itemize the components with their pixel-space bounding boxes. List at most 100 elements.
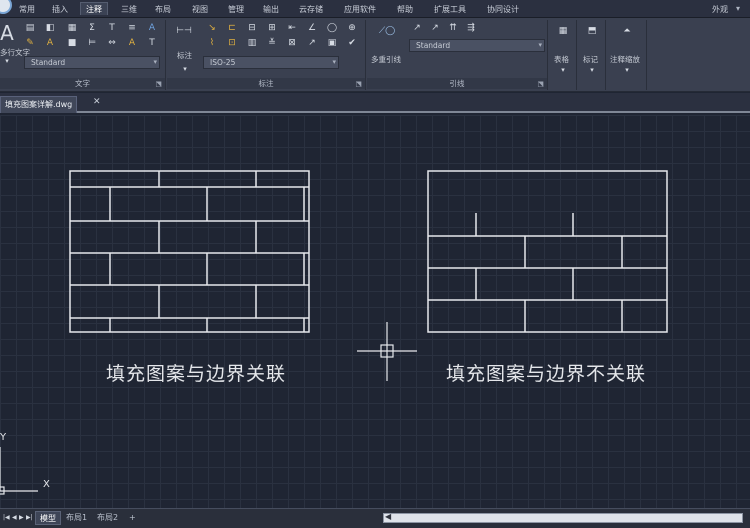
annotation-scale-icon[interactable]: ⏶ (621, 26, 633, 37)
menu-tab-output[interactable]: 输出 (258, 3, 284, 16)
linear-dim-icon[interactable]: ↘ (206, 23, 218, 34)
text-panel-title: 文字 (0, 78, 165, 89)
menu-tab-collab[interactable]: 协同设计 (482, 3, 524, 16)
menu-tab-home[interactable]: 常用 (14, 3, 40, 16)
continue-dim-icon[interactable]: ⊞ (266, 23, 278, 34)
lock-text-icon[interactable]: ■ (66, 38, 78, 49)
align-leader-icon[interactable]: ⇈ (447, 23, 459, 34)
text-edit-icon[interactable]: ✎ (24, 38, 36, 49)
text-tool-icon[interactable]: ▤ (24, 23, 36, 34)
dimension-icon[interactable]: ⊢⊣ (173, 26, 195, 37)
mark-panel: ⬒ 标记 ▾ (578, 20, 606, 90)
text-scale-icon[interactable]: ⇔ (106, 38, 118, 49)
app-logo-icon[interactable] (0, 0, 12, 14)
right-caption: 填充图案与边界不关联 (446, 363, 647, 385)
spell-check-icon[interactable]: A (44, 38, 56, 49)
tab-layout2[interactable]: 布局2 (93, 511, 122, 525)
file-tab[interactable]: 填充图案详解.dwg (0, 96, 78, 113)
text-t-icon[interactable]: T (106, 23, 118, 34)
chevron-down-icon[interactable]: ▾ (621, 65, 633, 76)
jog-dim-icon[interactable]: ≚ (266, 38, 278, 49)
chevron-down-icon[interactable]: ▾ (1, 56, 13, 67)
panel-launcher-icon[interactable]: ⬔ (355, 80, 362, 88)
remove-leader-icon[interactable]: ↗ (429, 23, 441, 34)
menu-tab-apps[interactable]: 应用软件 (339, 3, 381, 16)
chevron-down-icon[interactable]: ▾ (538, 40, 542, 51)
leader-style-combo[interactable]: Standard ▾ (409, 39, 545, 52)
horizontal-scrollbar[interactable] (383, 513, 743, 523)
menu-tab-annotate[interactable]: 注释 (80, 2, 108, 15)
ucs-x-label: X (43, 479, 50, 490)
appearance-menu[interactable]: 外观 (712, 4, 728, 15)
prev-layout-icon[interactable]: ◀ (12, 514, 17, 521)
menu-tab-help[interactable]: 帮助 (392, 3, 418, 16)
last-layout-icon[interactable]: ▶| (26, 514, 33, 521)
text-color-icon[interactable]: A (126, 38, 138, 49)
scroll-left-icon[interactable]: ◀ (385, 512, 391, 521)
crosshair-cursor-icon (357, 322, 417, 381)
text-style-combo[interactable]: Standard ▾ (24, 56, 160, 69)
dim-space-icon[interactable]: ⇤ (286, 23, 298, 34)
add-leader-icon[interactable]: ↗ (411, 23, 423, 34)
center-mark-icon[interactable]: ⊕ (346, 23, 358, 34)
oblique-dim-icon[interactable]: ↗ (306, 38, 318, 49)
tab-model[interactable]: 模型 (35, 511, 61, 525)
non-associative-hatch (427, 170, 668, 333)
find-text-icon[interactable]: ◧ (44, 23, 56, 34)
panel-launcher-icon[interactable]: ⬔ (155, 80, 162, 88)
align-text-icon[interactable]: ⊨ (86, 38, 98, 49)
menu-tab-3d[interactable]: 三维 (116, 3, 142, 16)
table-panel: ▦ 表格 ▾ (549, 20, 577, 90)
table-icon[interactable]: ▦ (557, 26, 569, 37)
menu-tab-extend[interactable]: 扩展工具 (429, 3, 471, 16)
chevron-down-icon[interactable]: ▾ (586, 65, 598, 76)
dim-update-icon[interactable]: ▣ (326, 38, 338, 49)
menu-tab-manage[interactable]: 管理 (223, 3, 249, 16)
annotation-scale-panel: ⏶ 注释缩放 ▾ (607, 20, 647, 90)
angular-dim-icon[interactable]: ∠ (306, 23, 318, 34)
text-style-icon[interactable]: A (146, 23, 158, 34)
dim-reassoc-icon[interactable]: ✔ (346, 38, 358, 49)
menu-tab-insert[interactable]: 插入 (47, 3, 73, 16)
menu-tab-layout[interactable]: 布局 (150, 3, 176, 16)
menu-bar: 常用 插入 注释 三维 布局 视图 管理 输出 云存储 应用软件 帮助 扩展工具… (0, 0, 750, 18)
text-justify-icon[interactable]: T (146, 38, 158, 49)
mark-label[interactable]: 标记 (583, 54, 598, 65)
menu-tab-cloud[interactable]: 云存储 (294, 3, 328, 16)
chevron-down-icon[interactable]: ▾ (736, 4, 740, 13)
add-layout-button[interactable]: + (125, 511, 140, 525)
first-layout-icon[interactable]: |◀ (3, 514, 10, 521)
mark-icon[interactable]: ⬒ (586, 26, 598, 37)
collect-leader-icon[interactable]: ⇶ (465, 23, 477, 34)
close-icon[interactable]: ✕ (93, 97, 101, 107)
dim-edit-icon[interactable]: ⌇ (206, 38, 218, 49)
multileader-icon[interactable]: ⟋◯ (375, 26, 399, 37)
multileader-label[interactable]: 多重引线 (371, 54, 401, 65)
baseline-dim-icon[interactable]: ⊟ (246, 23, 258, 34)
radius-dim-icon[interactable]: ◯ (326, 23, 338, 34)
chevron-down-icon[interactable]: ▾ (153, 57, 157, 68)
text-format-icon[interactable]: ≡ (126, 23, 138, 34)
leader-panel: ⟋◯ 多重引线 ↗ ↗ ⇈ ⇶ Standard ▾ 引线 ⬔ (367, 20, 548, 90)
dim-break-icon[interactable]: ⊠ (286, 38, 298, 49)
ribbon: A 多行文字 ▤ ◧ ▦ Σ T ≡ A ✎ A ■ ⊨ ⇔ A T ▾ Sta… (0, 18, 750, 92)
next-layout-icon[interactable]: ▶ (19, 514, 24, 521)
aligned-dim-icon[interactable]: ⊏ (226, 23, 238, 34)
menu-tab-view[interactable]: 视图 (187, 3, 213, 16)
annotation-scale-label[interactable]: 注释缩放 (610, 54, 640, 65)
panel-launcher-icon[interactable]: ⬔ (537, 80, 544, 88)
chevron-down-icon[interactable]: ▾ (179, 64, 191, 75)
tab-layout1[interactable]: 布局1 (62, 511, 91, 525)
dimension-style-combo[interactable]: ISO-25 ▾ (203, 56, 339, 69)
drawing-canvas[interactable]: 填充图案与边界关联 填充图案与边界不关联 Y X (0, 115, 750, 508)
multiline-text-icon[interactable]: A (0, 23, 14, 43)
table-label[interactable]: 表格 (554, 54, 569, 65)
sigma-icon[interactable]: Σ (86, 23, 98, 34)
left-caption: 填充图案与边界关联 (106, 363, 287, 385)
inspect-dim-icon[interactable]: ▥ (246, 38, 258, 49)
chevron-down-icon[interactable]: ▾ (332, 57, 336, 68)
tolerance-icon[interactable]: ⊡ (226, 38, 238, 49)
text-table-icon[interactable]: ▦ (66, 23, 78, 34)
dimension-label[interactable]: 标注 (177, 50, 192, 61)
chevron-down-icon[interactable]: ▾ (557, 65, 569, 76)
